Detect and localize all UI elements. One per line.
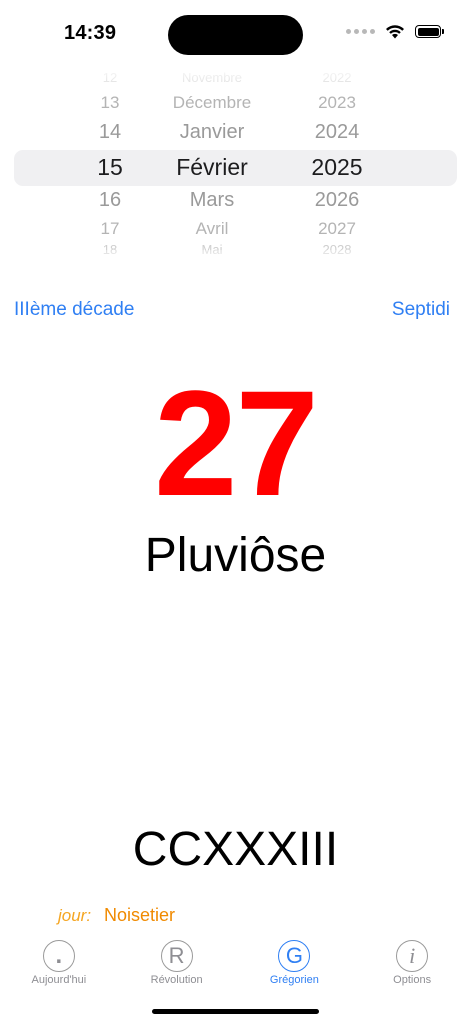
picker-day: 16 (98, 189, 122, 211)
tab-options[interactable]: i Options (353, 934, 471, 994)
tab-aujourdhui[interactable]: . Aujourd'hui (0, 934, 118, 994)
tab-icon-glyph: R (168, 943, 185, 968)
tab-gregorien[interactable]: G Grégorien (236, 934, 354, 994)
picker-day: 17 (100, 219, 120, 238)
picker-day: 13 (100, 93, 120, 112)
tab-label: Aujourd'hui (31, 974, 87, 986)
dynamic-island (168, 15, 303, 55)
picker-row[interactable]: 14 Janvier 2024 (0, 121, 471, 151)
jour-value[interactable]: Noisetier (104, 905, 175, 926)
picker-month: Mars (189, 189, 235, 211)
picker-year: 2022 (322, 70, 352, 85)
picker-year: 2023 (318, 93, 356, 112)
status-time: 14:39 (64, 22, 117, 44)
picker-month: Mai (201, 242, 223, 257)
republican-year-roman: CCXXXIII (132, 823, 339, 876)
dot-circle-icon: . (42, 940, 75, 972)
tab-label: Options (393, 974, 432, 986)
info-circle-icon: i (396, 940, 429, 972)
g-circle-icon: G (278, 940, 311, 972)
picker-row[interactable]: 12 Novembre 2022 (0, 70, 471, 88)
picker-row[interactable]: 13 Décembre 2023 (0, 93, 471, 123)
status-indicators (346, 24, 444, 39)
app-screen: 14:39 12 Novembre 2022 13 Décembre 2023 … (0, 0, 471, 1024)
tab-bar: . Aujourd'hui R Révolution G Grégorien i… (0, 934, 471, 994)
tab-label: Grégorien (269, 974, 319, 986)
tab-icon-glyph: G (285, 943, 303, 968)
picker-row[interactable]: 18 Mai 2028 (0, 242, 471, 260)
republican-month-name: Pluviôse (144, 529, 327, 582)
battery-icon (415, 25, 444, 38)
tab-label: Révolution (150, 974, 203, 986)
picker-month: Janvier (179, 121, 245, 143)
home-indicator[interactable] (152, 1009, 319, 1014)
picker-month-selected: Février (176, 154, 248, 180)
picker-month: Avril (195, 219, 229, 238)
weekday-label: Septidi (391, 299, 450, 320)
picker-day: 12 (102, 70, 118, 85)
tab-icon-glyph: i (409, 943, 416, 968)
jour-label: jour: (58, 906, 92, 925)
picker-year-selected: 2025 (311, 154, 363, 180)
picker-year: 2026 (314, 189, 360, 211)
picker-day: 14 (98, 121, 122, 143)
tab-revolution[interactable]: R Révolution (118, 934, 236, 994)
cellular-signal-icon (346, 29, 375, 34)
wifi-icon (386, 25, 404, 39)
tab-icon-glyph: . (55, 942, 63, 969)
picker-row[interactable]: 16 Mars 2026 (0, 189, 471, 219)
decade-label: IIIème décade (14, 299, 135, 320)
picker-year: 2024 (314, 121, 360, 143)
republican-day-number: 27 (154, 359, 319, 527)
picker-month: Décembre (172, 93, 252, 112)
picker-day-selected: 15 (97, 154, 123, 180)
gregorian-date-picker[interactable]: 12 Novembre 2022 13 Décembre 2023 14 Jan… (0, 66, 471, 266)
picker-year: 2027 (318, 219, 356, 238)
picker-month: Novembre (182, 70, 242, 85)
r-circle-icon: R (160, 940, 193, 972)
picker-row-selected[interactable]: 15 Février 2025 (0, 154, 471, 184)
picker-day: 18 (102, 242, 118, 257)
picker-year: 2028 (322, 242, 352, 257)
